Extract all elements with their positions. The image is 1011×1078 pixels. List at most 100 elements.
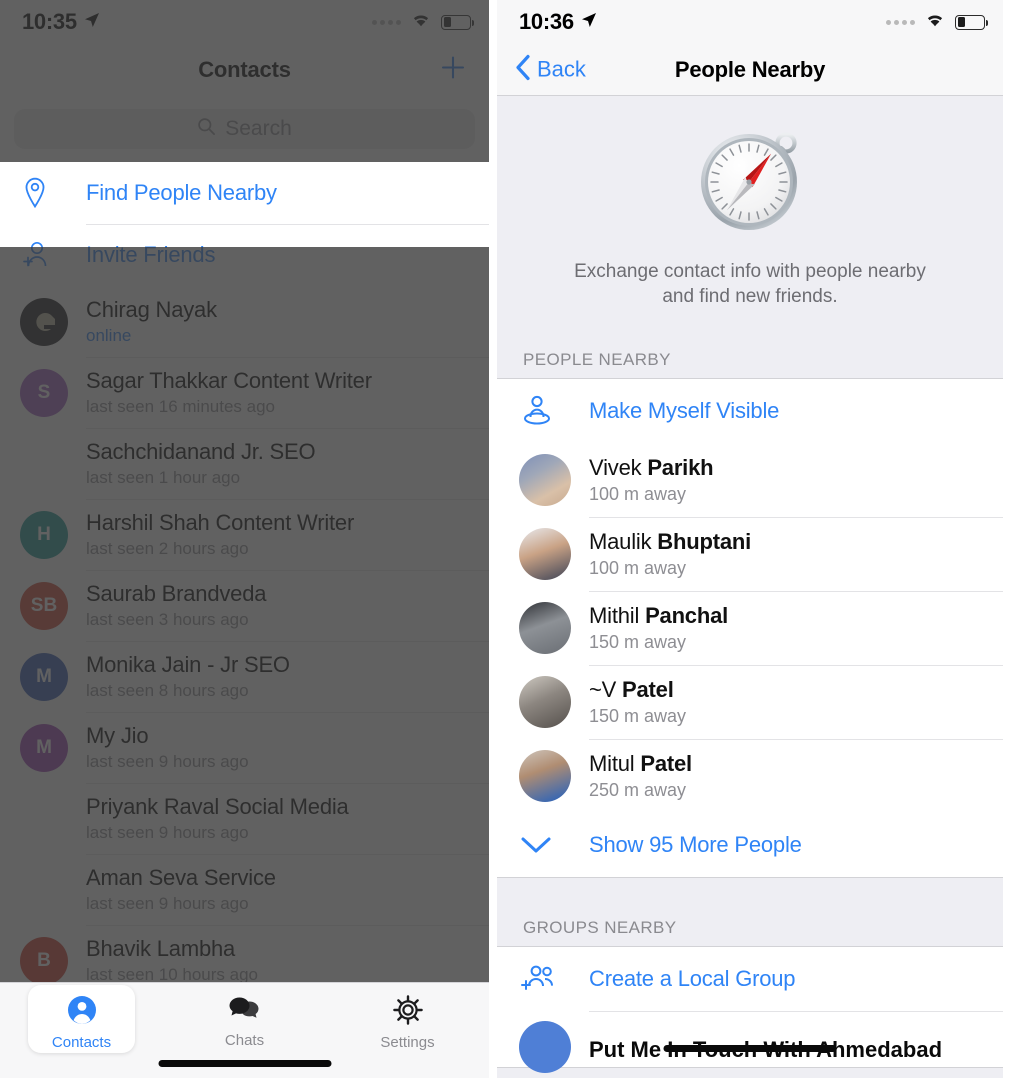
- person-circle-icon: [67, 995, 97, 1030]
- chevron-left-icon: [515, 54, 531, 85]
- status-bar-left: 10:35: [22, 9, 100, 35]
- battery-icon: [441, 14, 474, 30]
- create-local-group-row[interactable]: Create a Local Group: [497, 946, 1003, 1011]
- person-row[interactable]: ~V Patel 150 m away: [497, 664, 1003, 739]
- avatar: [519, 1005, 589, 1073]
- compass-icon: [692, 122, 808, 243]
- find-people-nearby-label: Find People Nearby: [86, 180, 277, 205]
- left-phone-screen: 10:35 Contacts Search Find People Nearby…: [0, 0, 497, 1078]
- tab-settings[interactable]: Settings: [326, 989, 489, 1051]
- page-title: Contacts: [198, 57, 291, 82]
- person-distance: 100 m away: [589, 483, 687, 504]
- person-row[interactable]: Mithil Panchal 150 m away: [497, 590, 1003, 665]
- page-title: People Nearby: [674, 56, 826, 82]
- contact-status: online: [86, 326, 132, 345]
- make-myself-visible-row[interactable]: Make Myself Visible: [497, 378, 1003, 443]
- contact-text: Priyank Raval Social Media last seen 9 ho…: [86, 794, 349, 843]
- contact-name: Priyank Raval Social Media: [86, 794, 349, 819]
- contact-row[interactable]: B Bhavik Lambha last seen 10 hours ago: [0, 925, 489, 982]
- show-more-people-row[interactable]: Show 95 More People: [497, 812, 1003, 877]
- invite-friends-label: Invite Friends: [86, 242, 216, 267]
- find-people-nearby-row[interactable]: Find People Nearby: [0, 162, 489, 224]
- map-pin-icon: [20, 177, 86, 209]
- contact-text: Sagar Thakkar Content Writer last seen 16…: [86, 368, 372, 417]
- contact-text: Aman Seva Service last seen 9 hours ago: [86, 865, 276, 914]
- contact-status: last seen 8 hours ago: [86, 681, 249, 700]
- right-phone-screen: 10:36 Back People Nearby Exchange contac…: [497, 0, 1003, 1078]
- contact-row[interactable]: SB Saurab Brandveda last seen 3 hours ago: [0, 570, 489, 641]
- person-row[interactable]: Vivek Parikh 100 m away: [497, 442, 1003, 517]
- contact-name: Sagar Thakkar Content Writer: [86, 368, 372, 393]
- contact-row[interactable]: Sachchidanand Jr. SEO last seen 1 hour ag…: [0, 428, 489, 499]
- people-rows-container: Vivek Parikh 100 m away Maulik Bhuptani 100…: [497, 442, 1003, 813]
- back-label: Back: [537, 56, 586, 82]
- tab-chats-label: Chats: [224, 1032, 265, 1049]
- group-row[interactable]: Put Me In Touch With Ahmedabad: [497, 1010, 1003, 1073]
- avatar: S: [20, 368, 86, 417]
- people-nearby-navbar: Back People Nearby: [497, 44, 1003, 96]
- contact-status: last seen 9 hours ago: [86, 894, 249, 913]
- contact-row[interactable]: Chirag Nayak online: [0, 286, 489, 357]
- person-last-name: Patel: [640, 750, 692, 776]
- tab-settings-label: Settings: [380, 1034, 435, 1051]
- home-indicator: [158, 1060, 331, 1067]
- tab-contacts[interactable]: Contacts: [0, 989, 163, 1051]
- person-name: ~V Patel: [589, 677, 686, 703]
- contact-row[interactable]: Aman Seva Service last seen 9 hours ago: [0, 854, 489, 925]
- contact-row[interactable]: S Sagar Thakkar Content Writer last seen 1…: [0, 357, 489, 428]
- contact-status: last seen 10 hours ago: [86, 965, 259, 982]
- status-bar-left: 10:36: [519, 9, 597, 35]
- person-row[interactable]: Mitul Patel 250 m away: [497, 738, 1003, 813]
- status-time: 10:36: [519, 9, 574, 34]
- person-distance: 250 m away: [589, 779, 687, 800]
- person-last-name: Patel: [622, 676, 674, 702]
- contact-name: Sachchidanand Jr. SEO: [86, 439, 316, 464]
- plus-icon[interactable]: [439, 54, 467, 87]
- section-header-groups-nearby: GROUPS NEARBY: [497, 911, 1003, 946]
- search-input[interactable]: Search: [14, 109, 475, 149]
- tab-contacts-label: Contacts: [51, 1034, 112, 1051]
- person-add-icon: [20, 240, 86, 270]
- person-text: Mitul Patel 250 m away: [589, 751, 692, 801]
- back-button[interactable]: Back: [515, 54, 586, 85]
- avatar: B: [20, 936, 86, 982]
- contacts-navbar: Contacts: [0, 44, 489, 96]
- person-last-name: Bhuptani: [657, 528, 752, 554]
- avatar: [20, 795, 86, 843]
- contact-text: Harshil Shah Content Writer last seen 2 h…: [86, 510, 354, 559]
- contacts-list[interactable]: Find People Nearby Invite Friends Chirag…: [0, 162, 489, 982]
- avatar: [519, 675, 589, 728]
- invite-friends-row[interactable]: Invite Friends: [0, 224, 489, 286]
- contact-text: Monika Jain - Jr SEO last seen 8 hours ag…: [86, 652, 290, 701]
- home-indicator: [663, 1045, 837, 1052]
- person-row[interactable]: Maulik Bhuptani 100 m away: [497, 516, 1003, 591]
- status-bar-right-screen: 10:36: [497, 0, 1003, 44]
- contact-row[interactable]: M Monika Jain - Jr SEO last seen 8 hours a…: [0, 641, 489, 712]
- person-last-name: Panchal: [645, 602, 729, 628]
- wifi-icon: [924, 12, 946, 33]
- contact-row[interactable]: M My Jio last seen 9 hours ago: [0, 712, 489, 783]
- person-first-name: Maulik: [589, 528, 658, 554]
- location-arrow-icon: [84, 12, 100, 33]
- contact-row[interactable]: H Harshil Shah Content Writer last seen 2 …: [0, 499, 489, 570]
- person-first-name: Mithil: [589, 602, 646, 628]
- avatar: [519, 453, 589, 506]
- section-header-people-nearby: PEOPLE NEARBY: [497, 331, 1003, 378]
- person-first-name: ~V: [589, 676, 623, 702]
- location-arrow-icon: [581, 12, 597, 33]
- contact-name: Aman Seva Service: [86, 865, 276, 890]
- chevron-down-icon: [519, 834, 589, 856]
- contact-text: Sachchidanand Jr. SEO last seen 1 hour ag…: [86, 439, 316, 488]
- contact-text: My Jio last seen 9 hours ago: [86, 723, 249, 772]
- status-time: 10:35: [22, 9, 77, 34]
- avatar: SB: [20, 581, 86, 630]
- contact-status: last seen 16 minutes ago: [86, 397, 276, 416]
- person-name: Maulik Bhuptani: [589, 529, 751, 555]
- contact-status: last seen 1 hour ago: [86, 468, 241, 487]
- contact-row[interactable]: Priyank Raval Social Media last seen 9 ho…: [0, 783, 489, 854]
- tab-bar[interactable]: Contacts Chats Settings: [0, 982, 489, 1078]
- contact-name: Bhavik Lambha: [86, 936, 236, 961]
- contacts-screen: 10:35 Contacts Search Find People Nearby…: [0, 0, 489, 1078]
- tab-chats[interactable]: Chats: [163, 989, 326, 1049]
- avatar: [519, 749, 589, 802]
